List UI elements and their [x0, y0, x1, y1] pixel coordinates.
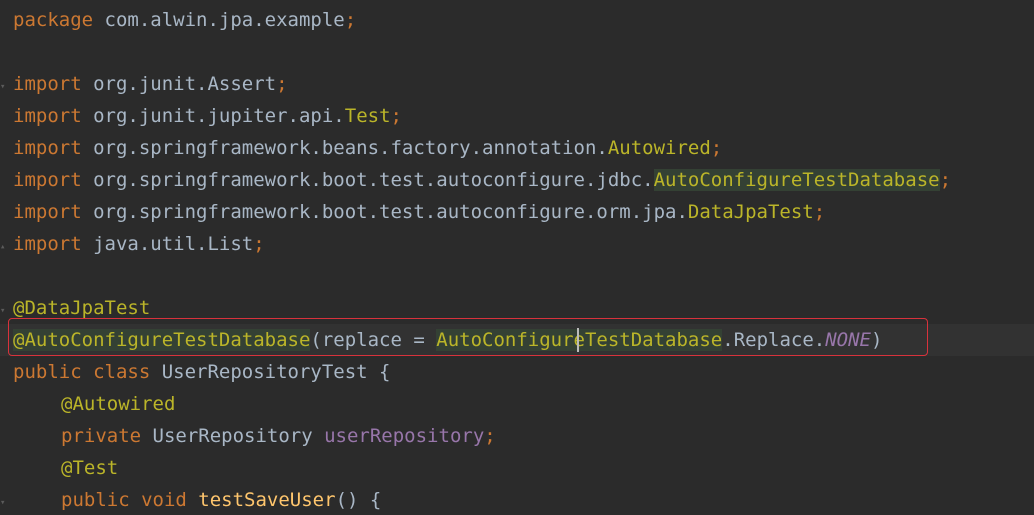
import-path: org.springframework.boot.test.autoconfig… — [81, 169, 654, 191]
import-path: org.springframework.boot.test.autoconfig… — [81, 201, 688, 223]
code-line-import[interactable]: import org.springframework.boot.test.aut… — [13, 164, 951, 196]
code-line-package[interactable]: package com.alwin.jpa.example; — [13, 4, 356, 36]
fold-marker-icon[interactable]: ▾ — [0, 82, 8, 92]
import-path: org.junit.jupiter.api. — [81, 105, 345, 127]
fold-marker-icon[interactable]: ▾ — [0, 498, 8, 508]
keyword: package — [13, 9, 94, 31]
keyword: import — [13, 201, 82, 223]
class-reference: AutoConfigureTestDatabase — [653, 169, 940, 191]
fold-marker-icon[interactable]: ▴ — [0, 242, 8, 252]
code-line-import[interactable]: import org.springframework.beans.factory… — [13, 132, 722, 164]
semicolon: ; — [813, 201, 826, 223]
class-name: UserRepositoryTest { — [150, 361, 391, 383]
keyword: import — [13, 169, 82, 191]
class-reference: Test — [344, 105, 391, 127]
field-type: UserRepository — [141, 425, 325, 447]
code-line-import[interactable]: import org.junit.jupiter.api.Test; — [13, 100, 402, 132]
code-line-field[interactable]: private UserRepository userRepository; — [61, 420, 496, 452]
keyword: import — [13, 105, 82, 127]
import-path: org.junit.Assert — [81, 73, 277, 95]
semicolon: ; — [253, 233, 265, 255]
semicolon: ; — [484, 425, 496, 447]
annotation: @Test — [61, 457, 119, 479]
fold-marker-icon[interactable]: ▾ — [0, 306, 8, 316]
class-reference: DataJpaTest — [687, 201, 814, 223]
package-name: com.alwin.jpa.example — [93, 9, 345, 31]
class-reference: Autowired — [607, 137, 711, 159]
code-line-import[interactable]: import org.junit.Assert; — [13, 68, 288, 100]
semicolon: ; — [939, 169, 952, 191]
field-name: userRepository — [324, 425, 485, 447]
keyword: private — [61, 425, 142, 447]
keyword: public class — [13, 361, 151, 383]
code-line-class-declaration[interactable]: public class UserRepositoryTest { — [13, 356, 391, 388]
keyword: import — [13, 73, 82, 95]
semicolon: ; — [344, 9, 357, 31]
semicolon: ; — [710, 137, 723, 159]
method-signature: () { — [335, 489, 382, 511]
semicolon: ; — [276, 73, 288, 95]
code-line-annotation[interactable]: @Test — [61, 452, 118, 484]
semicolon: ; — [390, 105, 402, 127]
import-path: java.util.List — [81, 233, 254, 255]
highlight-box — [8, 318, 928, 356]
code-line-import[interactable]: import java.util.List; — [13, 228, 265, 260]
code-line-import[interactable]: import org.springframework.boot.test.aut… — [13, 196, 825, 228]
annotation: @Autowired — [61, 393, 176, 415]
code-editor[interactable]: ▾ ▴ ▾ ▾ package com.alwin.jpa.example; i… — [0, 0, 1034, 515]
code-line-method[interactable]: public void testSaveUser() { — [61, 484, 381, 515]
keyword: import — [13, 137, 82, 159]
code-line-annotation[interactable]: @Autowired — [61, 388, 175, 420]
annotation: @DataJpaTest — [13, 297, 151, 319]
method-name: testSaveUser — [198, 489, 336, 511]
import-path: org.springframework.beans.factory.annota… — [81, 137, 608, 159]
keyword: import — [13, 233, 82, 255]
keyword: public void — [61, 489, 187, 511]
text-caret — [577, 328, 579, 352]
